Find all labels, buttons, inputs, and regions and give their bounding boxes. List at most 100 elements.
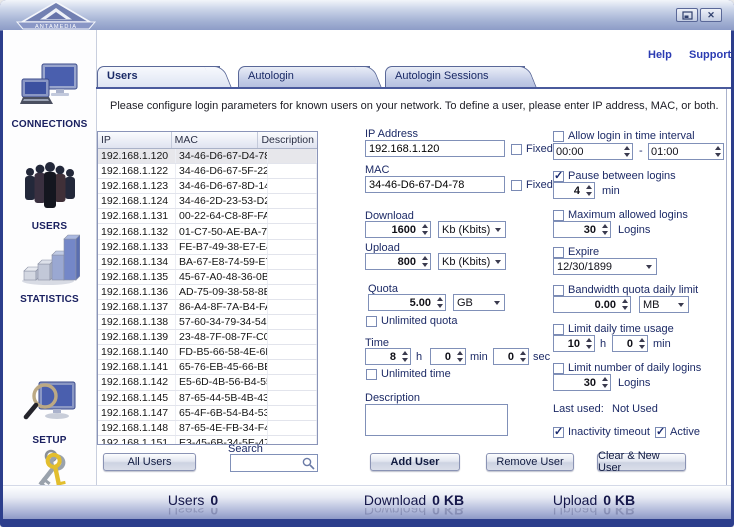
upload-spinner[interactable]: 800: [365, 253, 431, 270]
spinner-arrows-icon[interactable]: [419, 224, 430, 235]
spinner-arrows-icon[interactable]: [712, 146, 723, 157]
table-row[interactable]: 192.168.1.136 AD-75-09-38-58-8E: [98, 285, 317, 300]
daily-logins-spinner[interactable]: 30: [553, 374, 611, 391]
max-logins-spinner[interactable]: 30: [553, 221, 611, 238]
table-row[interactable]: 192.168.1.139 23-48-7F-08-7F-C0: [98, 330, 317, 345]
table-row[interactable]: 192.168.1.145 87-65-44-5B-4B-43: [98, 391, 317, 406]
download-unit-select[interactable]: Kb (Kbits): [438, 221, 506, 238]
table-row[interactable]: 192.168.1.147 65-4F-6B-54-B4-53: [98, 406, 317, 421]
spinner-arrows-icon[interactable]: [517, 351, 528, 362]
limit-daily-logins-checkbox[interactable]: Limit number of daily logins: [553, 362, 701, 374]
table-row[interactable]: 192.168.1.137 86-A4-8F-7A-B4-FA: [98, 300, 317, 315]
checkbox-box[interactable]: [553, 285, 564, 296]
quota-spinner[interactable]: 5.00: [368, 294, 446, 311]
inactivity-timeout-checkbox[interactable]: Inactivity timeout: [553, 426, 650, 438]
table-row[interactable]: 192.168.1.122 34-46-D6-67-5F-22: [98, 164, 317, 179]
table-row[interactable]: 192.168.1.148 87-65-4E-FB-34-F4: [98, 421, 317, 436]
pause-between-logins-checkbox[interactable]: Pause between logins: [553, 170, 676, 182]
spinner-arrows-icon[interactable]: [619, 299, 630, 310]
unlimited-time-checkbox[interactable]: Unlimited time: [366, 368, 451, 380]
table-row[interactable]: 192.168.1.141 65-76-EB-45-66-BE: [98, 360, 317, 375]
bandwidth-daily-limit-checkbox[interactable]: Bandwidth quota daily limit: [553, 284, 698, 296]
table-row[interactable]: 192.168.1.151 E3-45-6B-34-5E-47: [98, 436, 317, 445]
sidebar-item-setup[interactable]: SETUP: [3, 380, 96, 446]
checkbox-box[interactable]: [366, 316, 377, 327]
add-user-button[interactable]: Add User: [370, 453, 460, 471]
table-row[interactable]: 192.168.1.131 00-22-64-C8-8F-FA: [98, 209, 317, 224]
search-input[interactable]: [231, 457, 302, 469]
checkbox-box[interactable]: [511, 144, 522, 155]
checkbox-box[interactable]: [553, 427, 564, 438]
close-button[interactable]: ✕: [700, 8, 722, 22]
checkbox-box[interactable]: [553, 247, 564, 258]
limit-daily-time-checkbox[interactable]: Limit daily time usage: [553, 323, 674, 335]
bandwidth-daily-unit-select[interactable]: MB: [639, 296, 689, 313]
daily-time-min-spinner[interactable]: 0: [612, 335, 648, 352]
support-link[interactable]: Support: [689, 49, 731, 61]
quota-unit-select[interactable]: GB: [453, 294, 505, 311]
interval-from-spinner[interactable]: 00:00: [553, 143, 633, 160]
table-row[interactable]: 192.168.1.120 34-46-D6-67-D4-78: [98, 149, 317, 164]
tab-autologin[interactable]: Autologin: [238, 66, 382, 88]
expire-date-select[interactable]: 12/30/1899: [553, 258, 657, 275]
col-header-description[interactable]: Description: [258, 132, 317, 148]
table-row[interactable]: 192.168.1.142 E5-6D-4B-56-B4-55: [98, 375, 317, 390]
checkbox-box[interactable]: [366, 369, 377, 380]
sidebar-item-connections[interactable]: CONNECTIONS: [3, 62, 96, 130]
time-sec-spinner[interactable]: 0: [493, 348, 529, 365]
expire-checkbox[interactable]: Expire: [553, 246, 599, 258]
max-logins-checkbox[interactable]: Maximum allowed logins: [553, 209, 688, 221]
spinner-arrows-icon[interactable]: [454, 351, 465, 362]
active-checkbox[interactable]: Active: [655, 426, 700, 438]
mac-fixed-checkbox[interactable]: Fixed: [511, 179, 553, 191]
table-row[interactable]: 192.168.1.140 FD-B5-66-58-4E-6B: [98, 345, 317, 360]
table-row[interactable]: 192.168.1.135 45-67-A0-48-36-0B: [98, 270, 317, 285]
col-header-ip[interactable]: IP: [98, 132, 172, 148]
pause-min-spinner[interactable]: 4: [553, 182, 595, 199]
checkbox-box[interactable]: [511, 180, 522, 191]
table-row[interactable]: 192.168.1.132 01-C7-50-AE-BA-7B: [98, 224, 317, 239]
time-min-spinner[interactable]: 0: [430, 348, 466, 365]
ip-address-input[interactable]: [365, 140, 505, 157]
table-row[interactable]: 192.168.1.134 BA-67-E8-74-59-E7: [98, 255, 317, 270]
spinner-arrows-icon[interactable]: [583, 185, 594, 196]
col-header-mac[interactable]: MAC: [172, 132, 259, 148]
download-spinner[interactable]: 1600: [365, 221, 431, 238]
checkbox-box[interactable]: [655, 427, 666, 438]
spinner-arrows-icon[interactable]: [419, 256, 430, 267]
minimize-button[interactable]: [676, 8, 698, 22]
checkbox-box[interactable]: [553, 210, 564, 221]
all-users-button[interactable]: All Users: [103, 453, 196, 471]
spinner-arrows-icon[interactable]: [621, 146, 632, 157]
checkbox-box[interactable]: [553, 363, 564, 374]
daily-time-hours-spinner[interactable]: 10: [553, 335, 595, 352]
spinner-arrows-icon[interactable]: [599, 377, 610, 388]
ip-fixed-checkbox[interactable]: Fixed: [511, 143, 553, 155]
upload-unit-select[interactable]: Kb (Kbits): [438, 253, 506, 270]
search-icon[interactable]: [302, 457, 315, 470]
table-row[interactable]: 192.168.1.138 57-60-34-79-34-54: [98, 315, 317, 330]
checkbox-box[interactable]: [553, 171, 564, 182]
bandwidth-daily-spinner[interactable]: 0.00: [553, 296, 631, 313]
table-row[interactable]: 192.168.1.123 34-46-D6-67-8D-14: [98, 179, 317, 194]
interval-to-spinner[interactable]: 01:00: [648, 143, 724, 160]
spinner-arrows-icon[interactable]: [399, 351, 410, 362]
spinner-arrows-icon[interactable]: [599, 224, 610, 235]
checkbox-box[interactable]: [553, 131, 564, 142]
description-textarea[interactable]: [365, 404, 508, 436]
sidebar-item-statistics[interactable]: STATISTICS: [3, 233, 96, 305]
remove-user-button[interactable]: Remove User: [486, 453, 574, 471]
spinner-arrows-icon[interactable]: [636, 338, 647, 349]
unlimited-quota-checkbox[interactable]: Unlimited quota: [366, 315, 457, 327]
time-hours-spinner[interactable]: 8: [365, 348, 411, 365]
spinner-arrows-icon[interactable]: [434, 297, 445, 308]
sidebar-item-users[interactable]: USERS: [3, 162, 96, 232]
tab-users[interactable]: Users: [97, 66, 232, 88]
users-table[interactable]: IP MAC Description 192.168.1.120 34-46-D…: [97, 131, 318, 445]
table-row[interactable]: 192.168.1.124 34-46-2D-23-53-D2: [98, 194, 317, 209]
checkbox-box[interactable]: [553, 324, 564, 335]
spinner-arrows-icon[interactable]: [583, 338, 594, 349]
mac-input[interactable]: [365, 176, 505, 193]
allow-interval-checkbox[interactable]: Allow login in time interval: [553, 130, 695, 142]
clear-new-user-button[interactable]: Clear & New User: [597, 453, 686, 471]
